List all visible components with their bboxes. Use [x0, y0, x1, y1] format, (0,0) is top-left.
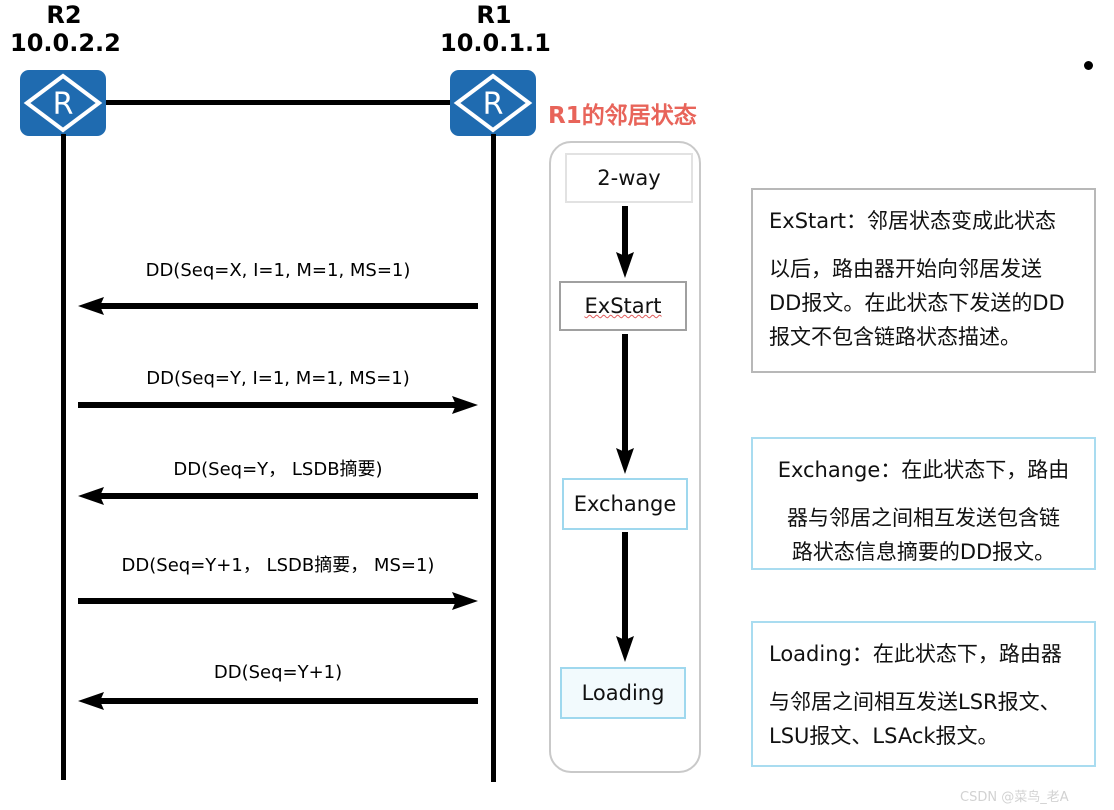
- seq-message-label: DD(Seq=Y, I=1, M=1, MS=1): [146, 368, 410, 389]
- state-box-exstart[interactable]: ExStart: [559, 281, 687, 331]
- seq-arrow-left: [78, 487, 478, 505]
- exchange-callout: Exchange：在此状态下，路由 器与邻居之间相互发送包含链 路状态信息摘要的…: [751, 437, 1096, 570]
- seq-arrow-left: [78, 297, 478, 315]
- seq-message-label: DD(Seq=X, I=1, M=1, MS=1): [145, 260, 411, 281]
- diagram-canvas: R2 10.0.2.2 R1 10.0.1.1 R R DD(Seq=X, I=…: [0, 0, 1114, 810]
- callout-line: 报文不包含链路状态描述。: [769, 325, 1021, 350]
- seq-arrow-left: [78, 692, 478, 710]
- state-flow-arrow: [616, 206, 634, 278]
- state-box-2way[interactable]: 2-way: [565, 153, 693, 203]
- exstart-callout: ExStart：邻居状态变成此状态 以后，路由器开始向邻居发送 DD报文。在此状…: [751, 188, 1096, 373]
- seq-arrow-right: [78, 396, 478, 414]
- left-router-icon[interactable]: R: [20, 70, 106, 136]
- callout-line: 路状态信息摘要的DD报文。: [791, 540, 1056, 565]
- callout-line: Exchange：在此状态下，路由: [777, 458, 1070, 482]
- csdn-watermark: CSDN @菜鸟_老A: [960, 790, 1069, 805]
- right-lifeline: [491, 134, 496, 782]
- bullet-dot: [1084, 61, 1093, 70]
- left-router-ip: 10.0.2.2: [10, 28, 121, 57]
- callout-line: LSU报文、LSAck报文。: [769, 724, 999, 749]
- seq-message-label: DD(Seq=Y+1， LSDB摘要， MS=1): [121, 555, 435, 576]
- state-flow-arrow: [616, 532, 634, 662]
- right-router-label: R1 10.0.1.1: [440, 1, 551, 57]
- state-label: Loading: [581, 681, 665, 705]
- right-router-name: R1: [476, 1, 512, 29]
- state-label: ExStart: [584, 294, 662, 318]
- router-link-line: [100, 100, 500, 105]
- left-router-label: R2 10.0.2.2: [10, 1, 121, 57]
- callout-line: 以后，路由器开始向邻居发送: [769, 257, 1042, 282]
- seq-message-label: DD(Seq=Y， LSDB摘要): [173, 459, 383, 480]
- state-flow-arrow: [616, 334, 634, 474]
- svg-text:R: R: [483, 87, 504, 122]
- callout-line: 与邻居之间相互发送LSR报文、: [769, 690, 1061, 715]
- seq-message-label: DD(Seq=Y+1): [213, 662, 343, 683]
- right-router-icon[interactable]: R: [450, 70, 536, 136]
- loading-callout: Loading：在此状态下，路由器 与邻居之间相互发送LSR报文、 LSU报文、…: [751, 621, 1096, 767]
- callout-line: DD报文。在此状态下发送的DD: [769, 291, 1065, 316]
- state-box-exchange[interactable]: Exchange: [562, 478, 688, 530]
- callout-line: Loading：在此状态下，路由器: [769, 642, 1062, 666]
- state-label: Exchange: [573, 492, 677, 516]
- state-box-loading[interactable]: Loading: [560, 667, 686, 719]
- seq-arrow-right: [78, 592, 478, 610]
- svg-text:R: R: [53, 87, 74, 122]
- left-router-name: R2: [46, 1, 82, 29]
- callout-line: ExStart：邻居状态变成此状态: [769, 209, 1056, 233]
- left-lifeline: [61, 134, 66, 780]
- state-machine-title: R1的邻居状态: [548, 103, 697, 129]
- right-router-ip: 10.0.1.1: [440, 28, 551, 57]
- state-label: 2-way: [597, 166, 661, 190]
- callout-line: 器与邻居之间相互发送包含链: [787, 506, 1060, 531]
